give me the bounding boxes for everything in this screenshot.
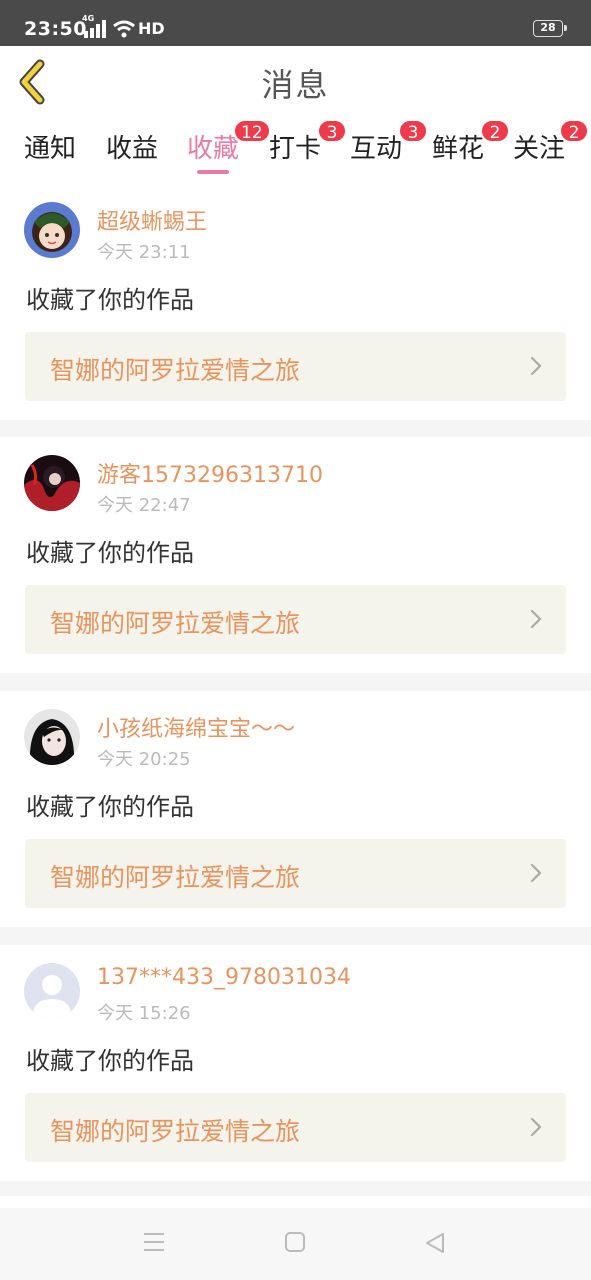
timestamp: 今天 23:11 [97, 242, 191, 263]
message-action: 收藏了你的作品 [26, 1047, 194, 1075]
work-link[interactable]: 智娜的阿罗拉爱情之旅 [25, 839, 566, 908]
chevron-right-icon [530, 863, 542, 883]
message-action: 收藏了你的作品 [26, 286, 194, 314]
work-link[interactable]: 智娜的阿罗拉爱情之旅 [25, 1093, 566, 1162]
tab-favorites[interactable]: 收藏 12 [187, 119, 271, 174]
tab-badge: 3 [317, 119, 347, 143]
tab-label: 关注 [513, 134, 566, 164]
message-card [0, 1196, 591, 1208]
home-icon[interactable] [285, 1232, 305, 1252]
menu-icon[interactable] [143, 1232, 165, 1252]
avatar[interactable] [24, 455, 80, 511]
tab-label: 通知 [24, 134, 77, 164]
tab-badge: 2 [559, 119, 589, 143]
timestamp: 今天 20:25 [97, 749, 191, 770]
tab-bar: 通知 收益 收藏 12 打卡 3 互动 3 鲜花 2 关注 2 [0, 118, 591, 184]
hd-indicator: HD [138, 19, 165, 38]
tab-label: 互动 [350, 134, 403, 164]
status-time: 23:50 [24, 18, 87, 40]
avatar[interactable] [24, 963, 80, 1019]
active-tab-indicator [197, 170, 230, 174]
avatar[interactable] [24, 709, 80, 765]
default-user-icon [24, 963, 80, 1019]
work-title: 智娜的阿罗拉爱情之旅 [50, 1117, 301, 1146]
message-card: 小孩纸海绵宝宝〜〜 今天 20:25 收藏了你的作品 智娜的阿罗拉爱情之旅 [0, 691, 591, 927]
tab-label: 收益 [106, 134, 159, 164]
work-link[interactable]: 智娜的阿罗拉爱情之旅 [25, 585, 566, 654]
signal-icon [84, 20, 106, 38]
message-card: 游客1573296313710 今天 22:47 收藏了你的作品 智娜的阿罗拉爱… [0, 437, 591, 673]
tab-follow[interactable]: 关注 2 [513, 119, 589, 165]
username[interactable]: 超级蜥蜴王 [97, 204, 207, 236]
work-link[interactable]: 智娜的阿罗拉爱情之旅 [25, 332, 566, 401]
tab-notifications[interactable]: 通知 [24, 128, 76, 165]
timestamp: 今天 22:47 [97, 495, 191, 516]
tab-label: 打卡 [269, 134, 322, 164]
tab-interaction[interactable]: 互动 3 [350, 119, 428, 165]
message-card: 超级蜥蜴王 今天 23:11 收藏了你的作品 智娜的阿罗拉爱情之旅 [0, 184, 591, 420]
system-nav-bar [0, 1208, 591, 1280]
username[interactable]: 137***433_978031034 [97, 965, 351, 990]
tab-badge: 2 [480, 119, 510, 143]
wifi-icon [113, 20, 135, 38]
tab-badge: 12 [233, 119, 271, 143]
tab-checkin[interactable]: 打卡 3 [269, 119, 347, 165]
work-title: 智娜的阿罗拉爱情之旅 [50, 356, 301, 385]
message-action: 收藏了你的作品 [26, 793, 194, 821]
chevron-right-icon [530, 1117, 542, 1137]
page-title: 消息 [261, 66, 330, 104]
status-bar: 23:50 4G HD 28 [0, 0, 591, 46]
username[interactable]: 小孩纸海绵宝宝〜〜 [97, 711, 295, 743]
battery-icon: 28 [533, 20, 567, 37]
battery-level: 28 [540, 21, 556, 34]
header: 消息 [0, 46, 591, 118]
back-triangle-icon[interactable] [425, 1232, 445, 1254]
tab-earnings[interactable]: 收益 [106, 128, 158, 165]
tab-badge: 3 [398, 119, 428, 143]
chevron-right-icon [530, 356, 542, 376]
work-title: 智娜的阿罗拉爱情之旅 [50, 863, 301, 892]
message-action: 收藏了你的作品 [26, 539, 194, 567]
tab-label: 收藏 [187, 134, 240, 164]
message-card: 137***433_978031034 今天 15:26 收藏了你的作品 智娜的… [0, 945, 591, 1181]
screen: 23:50 4G HD 28 消息 通知 收益 收藏 12 打卡 3 互动 3 … [0, 0, 591, 1280]
tab-label: 鲜花 [432, 134, 485, 164]
work-title: 智娜的阿罗拉爱情之旅 [50, 609, 301, 638]
tab-flowers[interactable]: 鲜花 2 [432, 119, 510, 165]
chevron-right-icon [530, 609, 542, 629]
avatar[interactable] [24, 202, 80, 258]
timestamp: 今天 15:26 [97, 1003, 191, 1024]
username[interactable]: 游客1573296313710 [97, 457, 323, 489]
